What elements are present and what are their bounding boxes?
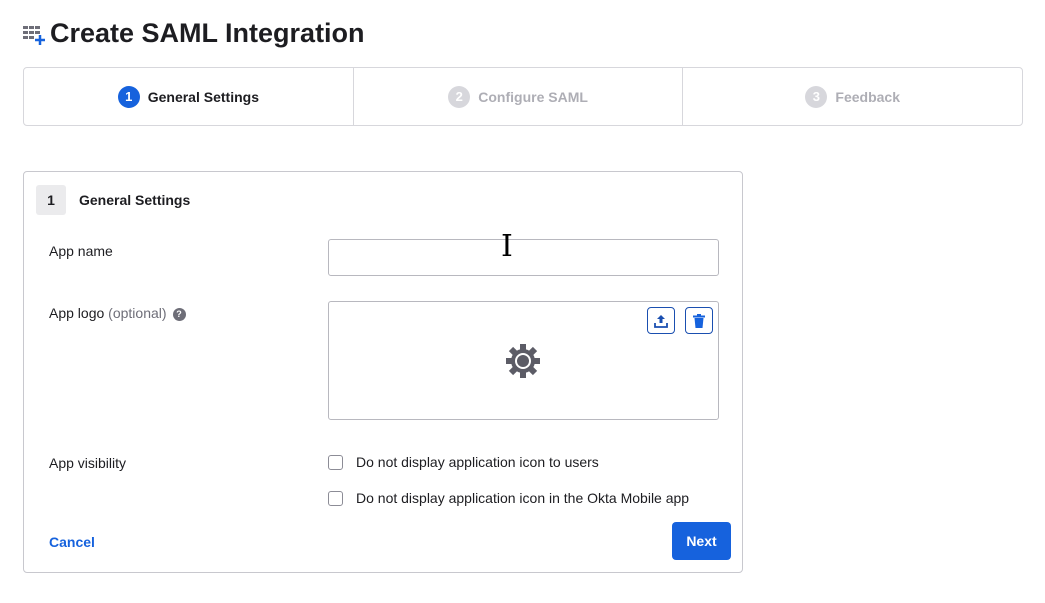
step-configure-saml: 2 Configure SAML [354,68,684,125]
help-icon[interactable]: ? [172,308,186,321]
step-label: Feedback [835,88,901,105]
step-number: 1 [117,85,140,108]
wizard-steps: 1 General Settings 2 Configure SAML 3 Feedb… [23,67,1023,126]
gear-icon [506,344,540,378]
app-add-icon [23,25,45,45]
step-label: Configure SAML [478,88,588,105]
step-number: 3 [805,85,828,108]
text-cursor-icon: I [501,229,513,264]
app-name-input[interactable] [328,239,719,276]
section-number: 1 [36,185,66,215]
hide-icon-mobile-checkbox[interactable]: Do not display application icon in the O… [328,490,689,506]
step-feedback: 3 Feedback [683,68,1022,125]
cancel-button[interactable]: Cancel [49,534,95,550]
app-logo-area [328,301,719,420]
checkbox-label: Do not display application icon to users [356,454,599,470]
app-logo-text: App logo [49,305,105,321]
step-number: 2 [448,85,471,108]
page-title: Create SAML Integration [50,18,365,48]
checkbox[interactable] [328,454,343,470]
next-button[interactable]: Next [672,522,731,560]
upload-icon [654,314,668,328]
checkbox[interactable] [328,490,343,506]
app-logo-label: App logo (optional)? [49,305,186,321]
trash-icon [693,313,705,328]
page-header: Create SAML Integration [22,18,365,49]
section-title: General Settings [79,192,191,208]
app-name-label: App name [49,243,113,259]
app-visibility-label: App visibility [49,455,127,471]
delete-logo-button[interactable] [685,307,713,334]
checkbox-label: Do not display application icon in the O… [356,490,690,506]
optional-text: (optional) [108,305,167,321]
upload-logo-button[interactable] [647,307,675,334]
general-settings-card: 1 General Settings App name App logo (op… [23,171,743,573]
step-label: General Settings [147,88,259,105]
hide-icon-users-checkbox[interactable]: Do not display application icon to users [328,454,599,470]
step-general-settings: 1 General Settings [24,68,354,125]
